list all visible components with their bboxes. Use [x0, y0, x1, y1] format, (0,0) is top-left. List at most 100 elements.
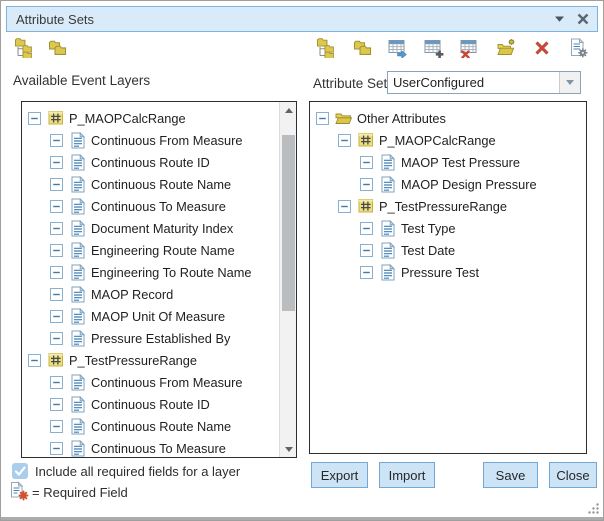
collapse-expander-icon[interactable]	[316, 112, 329, 125]
folder-new-button[interactable]	[495, 38, 517, 60]
tree-item[interactable]: MAOP Test Pressure	[310, 151, 586, 173]
export-button[interactable]: Export	[311, 462, 368, 488]
collapse-expander-icon[interactable]	[50, 288, 63, 301]
collapse-expander-icon[interactable]	[360, 244, 373, 257]
table-remove-button[interactable]	[459, 38, 481, 60]
tree-item-label: P_MAOPCalcRange	[69, 111, 186, 126]
tree-item[interactable]: P_TestPressureRange	[22, 349, 279, 371]
tree-item[interactable]: Continuous Route ID	[22, 151, 279, 173]
collapse-expander-icon[interactable]	[50, 398, 63, 411]
dock-menu-icon[interactable]	[549, 9, 569, 29]
tree-item[interactable]: Other Attributes	[310, 107, 586, 129]
tree-item[interactable]: Continuous From Measure	[22, 371, 279, 393]
folder-new-icon	[496, 38, 516, 61]
collapse-expander-icon[interactable]	[360, 222, 373, 235]
collapse-expander-icon[interactable]	[50, 442, 63, 455]
tree-item-label: Continuous Route Name	[91, 419, 231, 434]
tree-item[interactable]: Pressure Test	[310, 261, 586, 283]
close-icon[interactable]	[573, 9, 593, 29]
tree-item-label: Other Attributes	[357, 111, 446, 126]
event-layer-icon	[357, 132, 374, 149]
collapse-expander-icon[interactable]	[360, 178, 373, 191]
collapse-expander-icon[interactable]	[360, 156, 373, 169]
titlebar[interactable]: Attribute Sets	[6, 6, 598, 32]
event-layer-icon	[47, 110, 64, 127]
collapse-expander-icon[interactable]	[28, 354, 41, 367]
delete-button[interactable]	[531, 38, 553, 60]
collapse-expander-icon[interactable]	[50, 376, 63, 389]
field-icon	[69, 264, 86, 281]
collapse-expander-icon[interactable]	[338, 134, 351, 147]
tree-item-label: Continuous Route Name	[91, 177, 231, 192]
table-add-button[interactable]	[423, 38, 445, 60]
scrollbar-thumb[interactable]	[282, 135, 295, 311]
tree-item[interactable]: Test Date	[310, 239, 586, 261]
tree-item[interactable]: Test Type	[310, 217, 586, 239]
attribute-set-label: Attribute Set:	[313, 76, 391, 91]
scroll-down-icon[interactable]	[280, 441, 297, 457]
tree-item[interactable]: Continuous Route Name	[22, 415, 279, 437]
tree-item[interactable]: Pressure Established By	[22, 327, 279, 349]
vertical-scrollbar[interactable]	[279, 102, 296, 457]
include-required-fields-checkbox[interactable]	[12, 463, 28, 479]
collapse-folders-button[interactable]	[46, 38, 68, 60]
tree-item[interactable]: MAOP Record	[22, 283, 279, 305]
collapse-expander-icon[interactable]	[50, 310, 63, 323]
field-icon	[69, 308, 86, 325]
tree-item[interactable]: Engineering To Route Name	[22, 261, 279, 283]
collapse-expander-icon[interactable]	[28, 112, 41, 125]
attribute-set-combobox[interactable]: UserConfigured	[387, 71, 581, 94]
tree-item[interactable]: Continuous Route ID	[22, 393, 279, 415]
required-field-icon	[10, 481, 30, 501]
tree-item-label: Continuous From Measure	[91, 133, 243, 148]
tree-item[interactable]: P_TestPressureRange	[310, 195, 586, 217]
report-settings-icon	[568, 38, 588, 61]
layer-tree-icon	[14, 38, 34, 61]
table-transfer-button[interactable]	[387, 38, 409, 60]
collapse-expander-icon[interactable]	[50, 420, 63, 433]
collapse-folders-icon	[352, 38, 372, 61]
collapse-expander-icon[interactable]	[338, 200, 351, 213]
field-icon	[379, 242, 396, 259]
collapse-expander-icon[interactable]	[50, 266, 63, 279]
tree-item[interactable]: P_MAOPCalcRange	[310, 129, 586, 151]
delete-icon	[533, 39, 551, 60]
tree-item[interactable]: Continuous To Measure	[22, 195, 279, 217]
tree-item[interactable]: Continuous Route Name	[22, 173, 279, 195]
close-button[interactable]: Close	[549, 462, 597, 488]
collapse-expander-icon[interactable]	[50, 222, 63, 235]
report-settings-button[interactable]	[567, 38, 589, 60]
field-icon	[69, 154, 86, 171]
field-icon	[379, 264, 396, 281]
collapse-expander-icon[interactable]	[50, 178, 63, 191]
tree-item-label: Continuous To Measure	[91, 441, 226, 456]
collapse-folders-button[interactable]	[351, 38, 373, 60]
collapse-expander-icon[interactable]	[50, 156, 63, 169]
scroll-up-icon[interactable]	[280, 102, 297, 118]
folder-icon	[335, 110, 352, 127]
field-icon	[69, 286, 86, 303]
tree-item[interactable]: Continuous To Measure	[22, 437, 279, 457]
attribute-set-value: UserConfigured	[388, 72, 559, 93]
collapse-expander-icon[interactable]	[50, 332, 63, 345]
field-icon	[69, 396, 86, 413]
tree-item[interactable]: Document Maturity Index	[22, 217, 279, 239]
collapse-expander-icon[interactable]	[50, 134, 63, 147]
collapse-expander-icon[interactable]	[360, 266, 373, 279]
tree-item[interactable]: Engineering Route Name	[22, 239, 279, 261]
import-button[interactable]: Import	[379, 462, 435, 488]
field-icon	[69, 242, 86, 259]
tree-item[interactable]: MAOP Unit Of Measure	[22, 305, 279, 327]
layer-tree-button[interactable]	[315, 38, 337, 60]
tree-item[interactable]: Continuous From Measure	[22, 129, 279, 151]
layer-tree-button[interactable]	[13, 38, 35, 60]
collapse-expander-icon[interactable]	[50, 200, 63, 213]
combobox-dropdown-button[interactable]	[559, 72, 580, 93]
collapse-expander-icon[interactable]	[50, 244, 63, 257]
resize-grip[interactable]	[587, 502, 600, 515]
save-button[interactable]: Save	[483, 462, 538, 488]
tree-item[interactable]: P_MAOPCalcRange	[22, 107, 279, 129]
tree-item[interactable]: MAOP Design Pressure	[310, 173, 586, 195]
field-icon	[69, 440, 86, 457]
event-layer-icon	[357, 198, 374, 215]
